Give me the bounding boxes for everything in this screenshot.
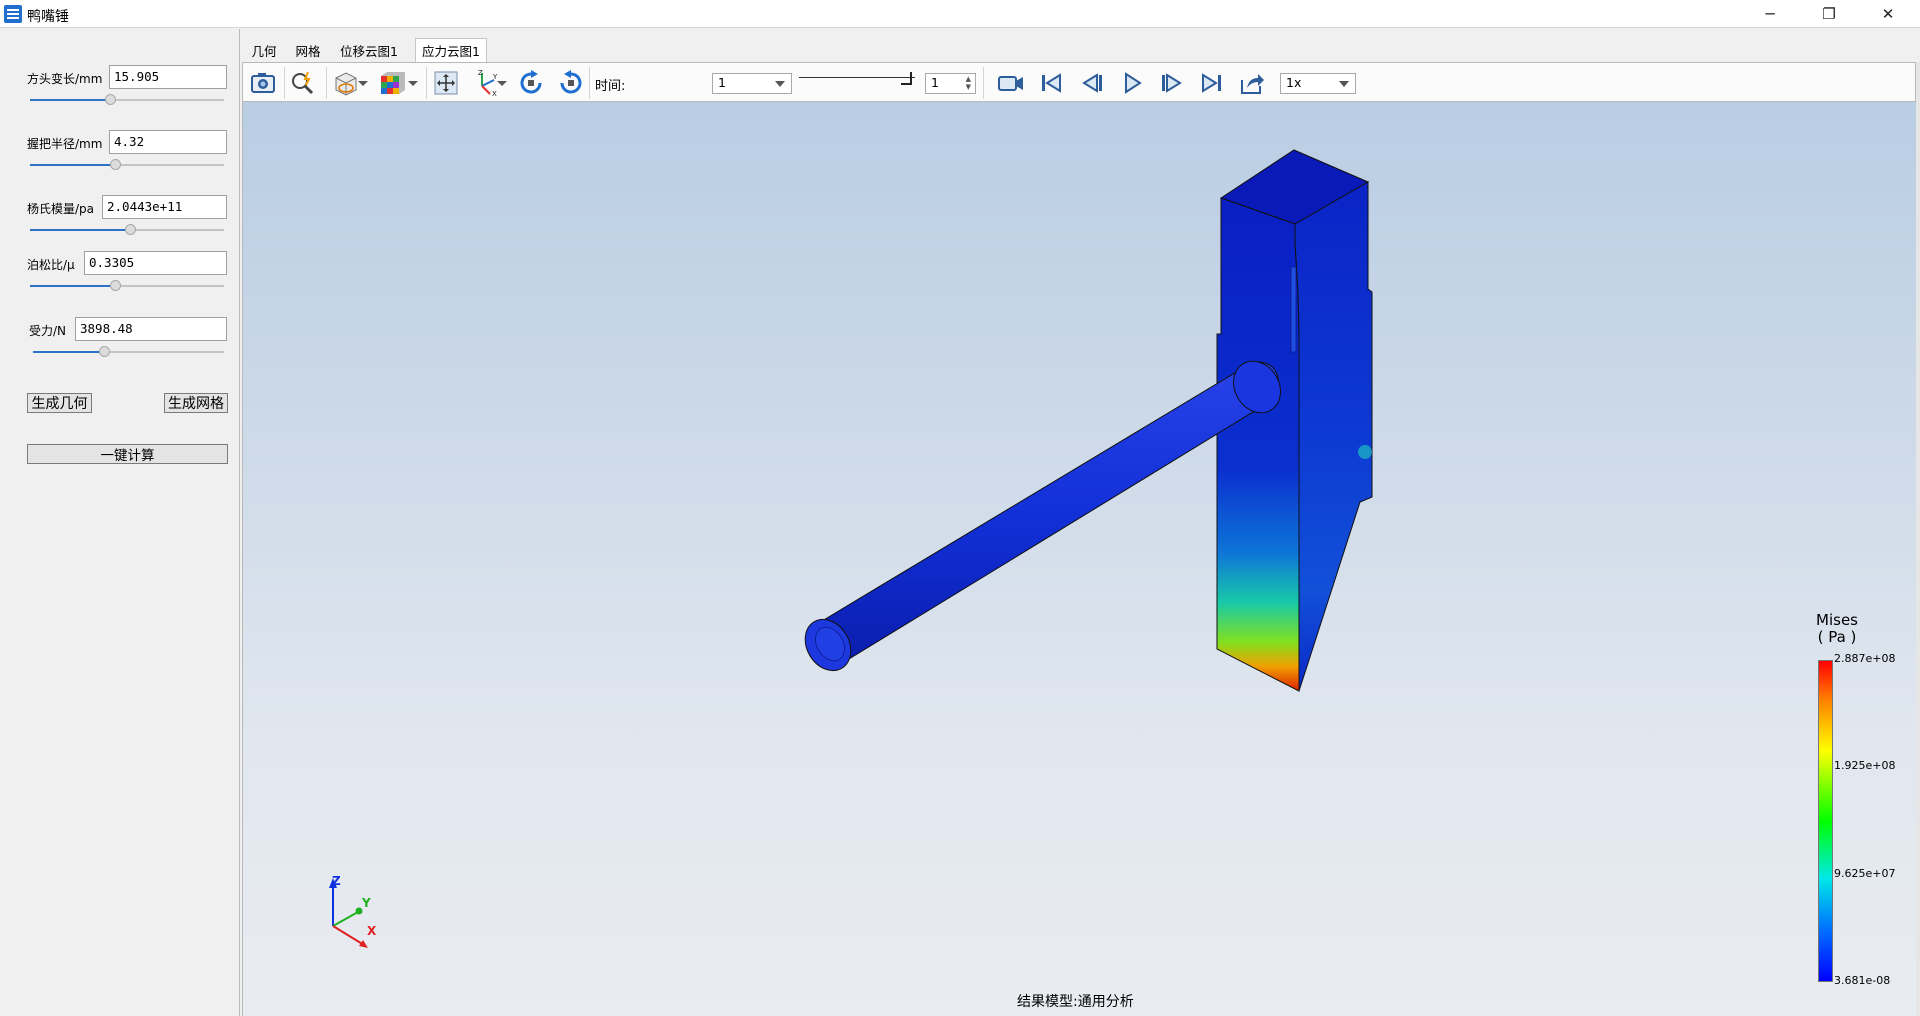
- hammer-slot: [1290, 266, 1297, 353]
- close-button[interactable]: ✕: [1860, 0, 1916, 28]
- param-label-force: 受力/N: [29, 324, 67, 338]
- legend-unit: ( Pa ): [1817, 628, 1857, 646]
- fit-view-icon[interactable]: [430, 67, 462, 99]
- speed-value: 1x: [1286, 75, 1302, 90]
- axis-x-label: X: [367, 924, 377, 938]
- frame-spinbox[interactable]: 1 ▲ ▼: [925, 73, 976, 94]
- poisson-ratio-input[interactable]: 0.3305: [84, 251, 227, 275]
- param-label-head-length: 方头变长/mm: [27, 72, 103, 86]
- param-label-youngs-modulus: 杨氏模量/pa: [27, 202, 95, 216]
- time-slider[interactable]: [799, 64, 915, 102]
- app-icon: [4, 5, 22, 23]
- legend-title: Mises: [1816, 611, 1858, 629]
- slider-thumb[interactable]: [99, 346, 110, 357]
- generate-mesh-button[interactable]: 生成网格: [164, 393, 228, 413]
- first-frame-icon[interactable]: [1035, 67, 1067, 99]
- legend-tick-min: 3.681e-08: [1834, 974, 1891, 987]
- time-combo-value: 1: [718, 75, 726, 90]
- youngs-modulus-slider[interactable]: [30, 223, 224, 237]
- slider-thumb[interactable]: [110, 159, 121, 170]
- time-combo[interactable]: 1: [712, 73, 792, 94]
- slider-thumb[interactable]: [110, 280, 121, 291]
- force-input[interactable]: 3898.48: [75, 317, 227, 341]
- youngs-modulus-input[interactable]: 2.0443e+11: [102, 195, 227, 219]
- param-label-grip-radius: 握把半径/mm: [27, 137, 103, 151]
- 3d-viewport[interactable]: Z Y X: [242, 102, 1916, 1016]
- camera-icon[interactable]: [247, 67, 279, 99]
- slider-thumb[interactable]: [125, 224, 136, 235]
- stress-hotspot: [1358, 445, 1372, 459]
- compute-button[interactable]: 一键计算: [27, 444, 228, 464]
- tab-geometry[interactable]: 几何: [244, 38, 284, 62]
- head-length-input[interactable]: 15.905: [109, 65, 227, 89]
- head-length-slider[interactable]: [30, 93, 224, 107]
- grip-radius-input[interactable]: 4.32: [109, 130, 227, 154]
- axis-y-label: Y: [362, 896, 371, 910]
- next-frame-icon[interactable]: [1156, 67, 1188, 99]
- chevron-down-icon: [1339, 81, 1349, 87]
- window-title: 鸭嘴锤: [27, 9, 69, 25]
- slider-thumb[interactable]: [901, 72, 912, 85]
- parameter-panel: 方头变长/mm 15.905 握把半径/mm 4.32 杨氏模量/pa 2.04…: [0, 29, 240, 1016]
- model-render: [329, 149, 1373, 948]
- restore-button[interactable]: ❐: [1801, 0, 1857, 28]
- svg-text:Z: Z: [478, 69, 483, 77]
- chevron-down-icon: [775, 81, 785, 87]
- speed-combo[interactable]: 1x: [1280, 73, 1356, 94]
- axis-triad: [329, 878, 368, 948]
- poisson-ratio-slider[interactable]: [30, 279, 224, 293]
- tab-mesh[interactable]: 网格: [288, 38, 328, 62]
- axis-z-label: Z: [332, 874, 341, 888]
- frame-value: 1: [931, 75, 939, 90]
- time-label: 时间:: [595, 79, 626, 94]
- play-icon[interactable]: [1116, 67, 1148, 99]
- param-label-poisson-ratio: 泊松比/μ: [27, 258, 75, 272]
- hammer-head-front-face: [1216, 197, 1300, 692]
- spin-arrows-icon[interactable]: ▲ ▼: [966, 75, 971, 91]
- previous-frame-icon[interactable]: [1076, 67, 1108, 99]
- color-legend-bar: [1818, 660, 1833, 982]
- chevron-down-icon[interactable]: [406, 67, 420, 99]
- grip-radius-slider[interactable]: [30, 158, 224, 172]
- rotate-ccw-icon[interactable]: [555, 67, 587, 99]
- legend-tick-max: 2.887e+08: [1834, 652, 1896, 665]
- generate-geometry-button[interactable]: 生成几何: [27, 393, 92, 413]
- zoom-fit-icon[interactable]: [287, 67, 319, 99]
- tab-displacement[interactable]: 位移云图1: [333, 38, 405, 62]
- color-map-icon[interactable]: [376, 67, 408, 99]
- tab-stress[interactable]: 应力云图1: [415, 38, 487, 62]
- slider-thumb[interactable]: [105, 94, 116, 105]
- legend-tick-mid-high: 1.925e+08: [1834, 759, 1896, 772]
- export-icon[interactable]: [1236, 67, 1268, 99]
- legend-tick-mid-low: 9.625e+07: [1834, 867, 1896, 880]
- chevron-down-icon[interactable]: [495, 67, 509, 99]
- hammer-handle: [821, 361, 1280, 671]
- record-video-icon[interactable]: [995, 67, 1027, 99]
- status-text: 结果模型:通用分析: [1017, 994, 1134, 1010]
- minimize-button[interactable]: ─: [1742, 0, 1798, 28]
- hammer-head-side-face: [1294, 181, 1373, 692]
- last-frame-icon[interactable]: [1196, 67, 1228, 99]
- chevron-down-icon[interactable]: [356, 67, 370, 99]
- title-bar: 鸭嘴锤 ─ ❐ ✕: [0, 0, 1920, 28]
- force-slider[interactable]: [33, 345, 224, 359]
- rotate-cw-icon[interactable]: [515, 67, 547, 99]
- toolbar: ZYX 时间: 1 1 ▲ ▼ 1x: [242, 62, 1916, 102]
